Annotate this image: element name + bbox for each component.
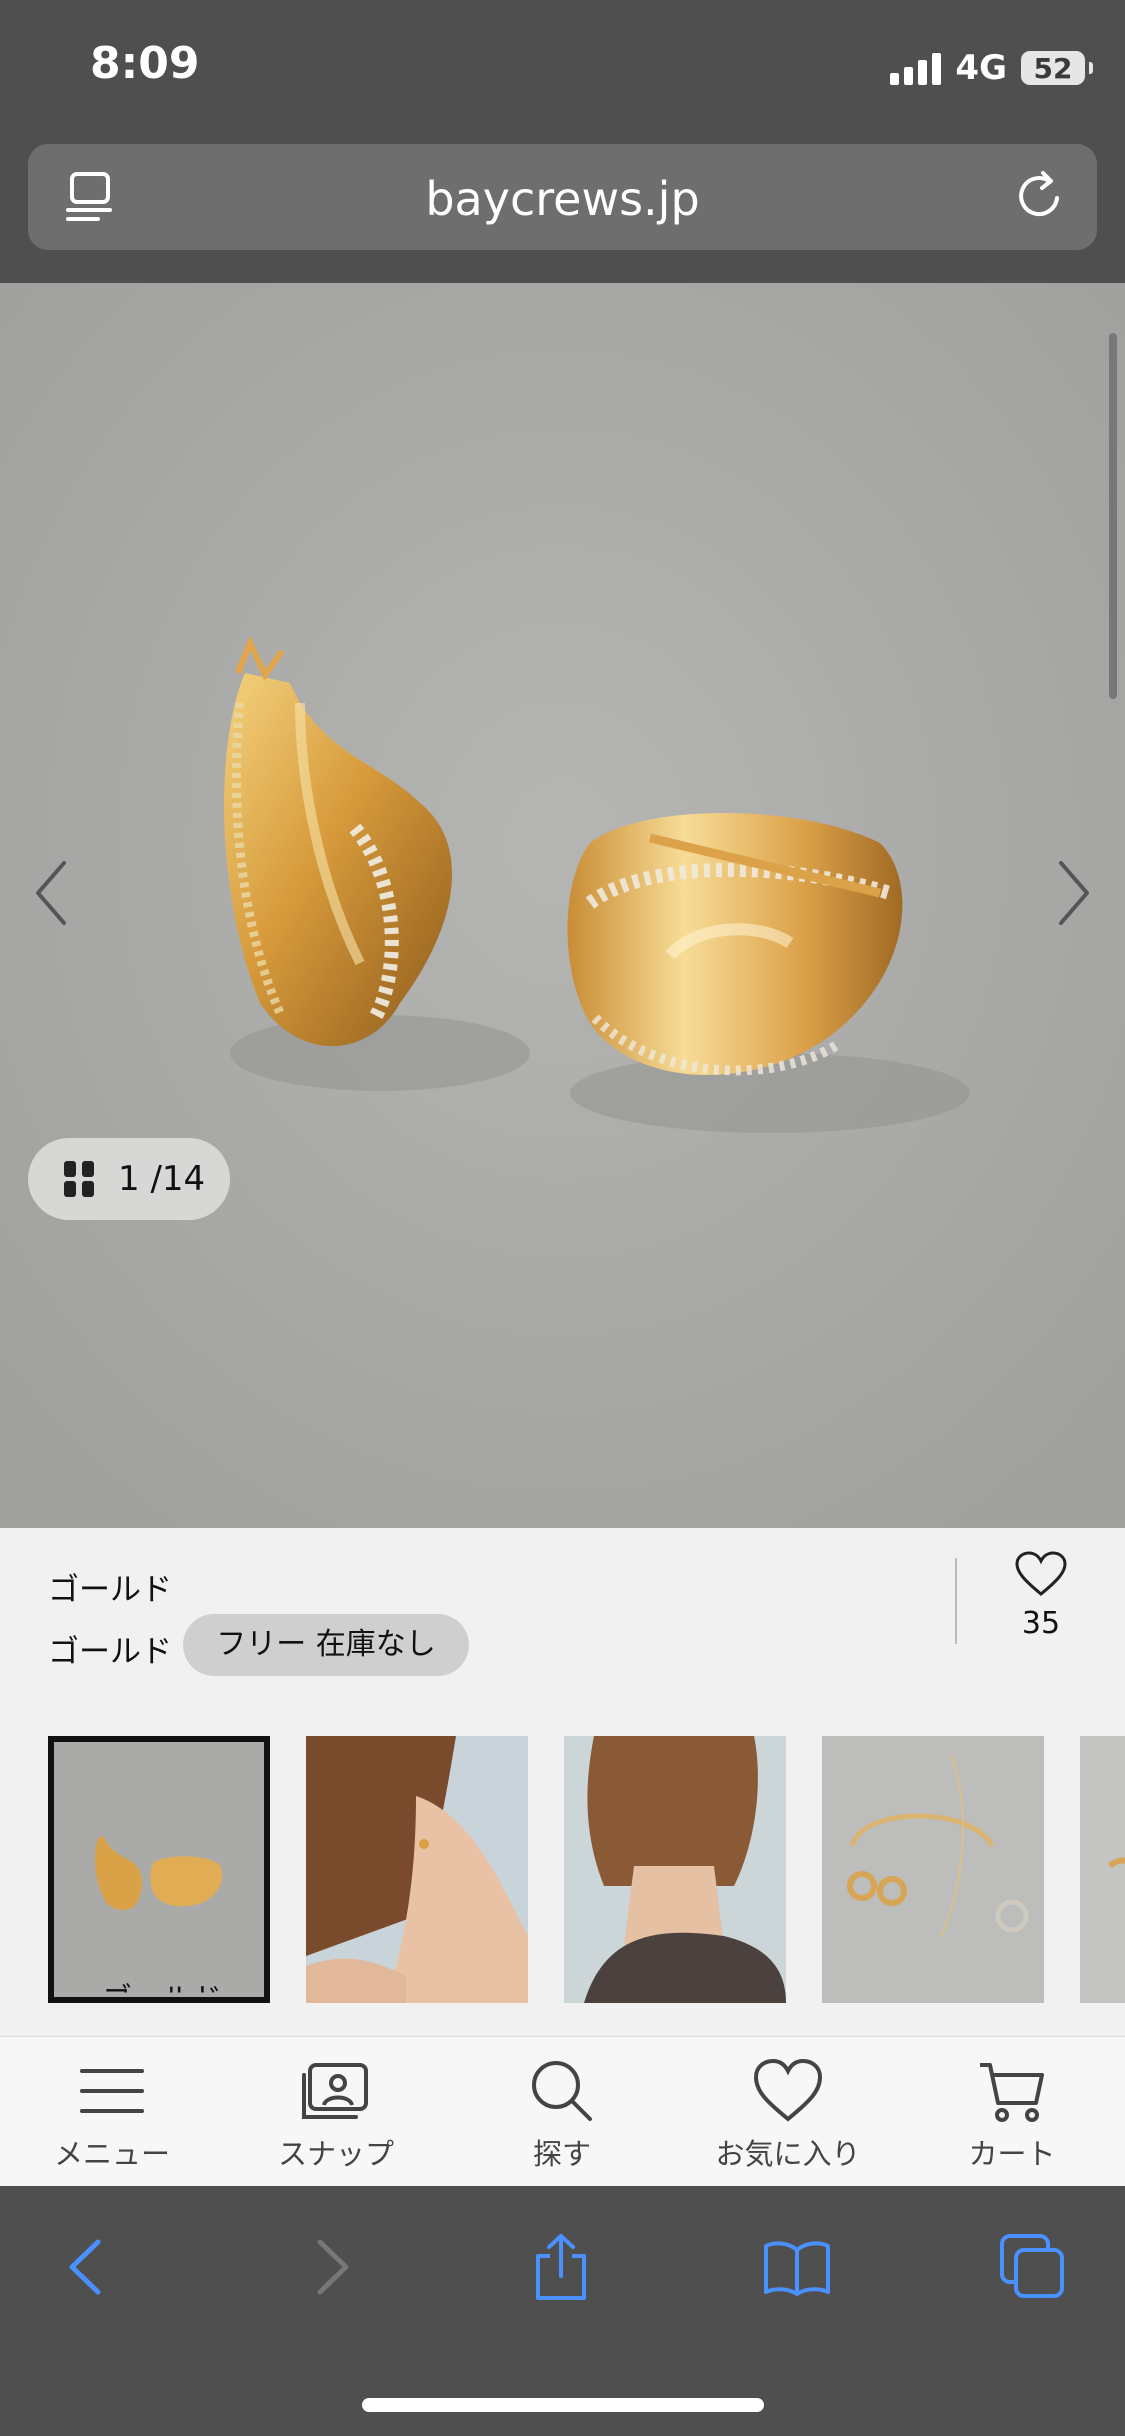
thumbnail-4[interactable]	[822, 1736, 1044, 2003]
home-indicator	[362, 2398, 764, 2412]
thumbnail-image	[54, 1742, 264, 1997]
image-counter: 1 /14	[118, 1159, 206, 1199]
browser-toolbar	[0, 2186, 1125, 2436]
status-indicators: 4G 52	[890, 46, 1093, 90]
scrollbar[interactable]	[1109, 333, 1117, 699]
share-icon[interactable]	[526, 2232, 596, 2302]
menu-icon	[80, 2069, 144, 2113]
prev-image-arrow[interactable]	[22, 843, 82, 943]
url-bar[interactable]: baycrews.jp	[28, 144, 1097, 250]
nav-cart-label: カート	[968, 2137, 1056, 2171]
favorite-count: 35	[1021, 1606, 1061, 1641]
thumbnail-image	[822, 1736, 1044, 2003]
thumbnail-5[interactable]	[1080, 1736, 1125, 2003]
nav-favorites-label: お気に入り	[715, 2137, 861, 2171]
thumbnail-image	[1080, 1736, 1125, 2003]
url-domain[interactable]: baycrews.jp	[28, 172, 1097, 226]
thumbnail-strip[interactable]: ゴールド	[0, 1736, 1125, 2036]
grid-icon	[64, 1161, 94, 1197]
selected-color-label: ゴールド	[48, 1572, 172, 1608]
nav-snap[interactable]: スナップ	[256, 2057, 416, 2173]
cart-icon	[980, 2063, 1044, 2122]
thumbnail-image	[306, 1736, 528, 2003]
battery-level: 52	[1033, 51, 1073, 85]
back-icon[interactable]	[52, 2232, 122, 2302]
nav-cart[interactable]: カート	[932, 2057, 1092, 2173]
site-bottom-nav: メニュー スナップ 探す お気に入り カート	[0, 2036, 1125, 2187]
variant-color: ゴールド	[48, 1634, 172, 1670]
nav-menu-label: メニュー	[53, 2137, 170, 2171]
bookmarks-icon[interactable]	[762, 2232, 832, 2302]
signal-icon	[890, 51, 942, 85]
heart-icon	[753, 2058, 823, 2122]
reload-icon[interactable]	[1013, 168, 1069, 224]
heart-icon	[1015, 1551, 1067, 1596]
nav-snap-label: スナップ	[277, 2137, 394, 2171]
thumbnail-image	[564, 1736, 786, 2003]
product-photo	[0, 283, 1125, 1528]
status-time: 8:09	[90, 38, 200, 89]
snap-icon	[302, 2063, 368, 2119]
nav-menu[interactable]: メニュー	[32, 2057, 192, 2173]
tabs-icon[interactable]	[998, 2232, 1068, 2302]
size-stock-chip[interactable]: フリー 在庫なし	[183, 1614, 469, 1676]
thumbnail-1[interactable]	[48, 1736, 270, 2003]
nav-search-label: 探す	[532, 2137, 591, 2171]
network-type: 4G	[955, 48, 1007, 88]
top-chrome: 8:09 4G 52 baycrews.jp	[0, 0, 1125, 283]
thumbnail-2[interactable]	[306, 1736, 528, 2003]
product-info: ゴールド ゴールド フリー 在庫なし 35 ゴールド	[0, 1528, 1125, 2038]
search-icon	[532, 2061, 592, 2121]
nav-search[interactable]: 探す	[482, 2057, 642, 2173]
next-image-arrow[interactable]	[1043, 843, 1103, 943]
battery-icon: 52	[1021, 51, 1093, 85]
image-pager[interactable]: 1 /14	[28, 1138, 230, 1220]
thumbnail-3[interactable]	[564, 1736, 786, 2003]
product-image-carousel[interactable]: 1 /14	[0, 283, 1125, 1528]
divider	[955, 1558, 957, 1644]
forward-icon[interactable]	[296, 2232, 366, 2302]
nav-favorites[interactable]: お気に入り	[708, 2057, 868, 2173]
favorite-button[interactable]: 35	[1008, 1550, 1074, 1641]
